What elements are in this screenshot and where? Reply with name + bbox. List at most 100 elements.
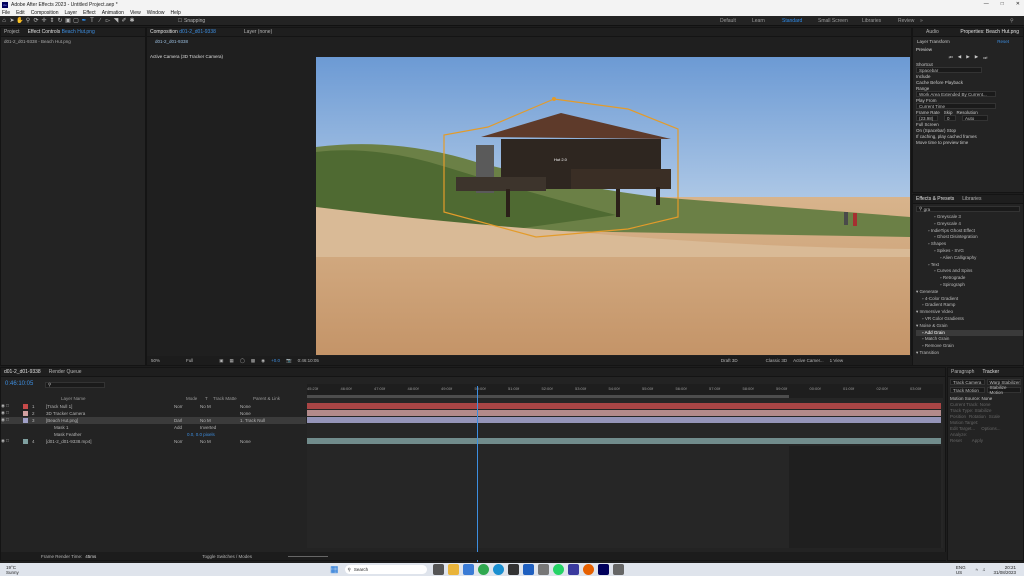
views-dropdown[interactable]: 1 View (830, 358, 843, 363)
clone-stamp-icon[interactable]: ▻ (104, 17, 112, 25)
visibility-eye-icon[interactable]: ◉ □ (1, 438, 23, 444)
layer-parent-dropdown[interactable]: None (240, 439, 251, 444)
after-effects-taskbar-icon[interactable] (597, 564, 609, 575)
col-t[interactable]: T (205, 396, 213, 401)
layer-parent-dropdown[interactable]: None (240, 404, 251, 409)
clock[interactable]: 20:21 31/08/2023 (993, 565, 1016, 575)
effects-tree-item[interactable]: ▫ 4-Color Gradient (916, 296, 1023, 303)
renderer-3d-dropdown[interactable]: Classic 3D (766, 358, 788, 363)
position-checkbox[interactable]: Position (950, 414, 966, 419)
layer-row[interactable]: ◉ □ 4 [d01-2_d01-9338.mp4] Norr No M None (1, 438, 306, 445)
workspace-learn[interactable]: Learn (752, 16, 765, 26)
label-color-swatch[interactable] (23, 403, 28, 409)
label-color-swatch[interactable] (23, 432, 28, 437)
effects-tree-item[interactable]: ▫ Curves and Spins (916, 268, 1023, 275)
rotation-checkbox[interactable]: Rotation (969, 414, 986, 419)
skip-dropdown[interactable]: 0 (944, 115, 956, 121)
menu-view[interactable]: View (130, 10, 141, 16)
stop-option-move-time[interactable]: Move time to preview time (916, 139, 1020, 145)
layer-name[interactable]: [Beach Hut.png] (46, 418, 174, 423)
timecode-display[interactable]: 0:46:10:05 (298, 358, 319, 363)
workspace-overflow-icon[interactable]: » (920, 16, 923, 26)
color-management-icon[interactable]: ◉ (261, 358, 265, 364)
transparency-grid-icon[interactable]: ▩ (251, 358, 255, 364)
menu-file[interactable]: File (2, 10, 10, 16)
layer-mode-dropdown[interactable]: Add (174, 425, 200, 430)
layer-name[interactable]: [Track Null 1] (46, 404, 174, 409)
hand-tool-icon[interactable]: ✋ (16, 17, 24, 25)
app-icon-7[interactable] (507, 564, 519, 575)
scale-checkbox[interactable]: Scale (989, 414, 1000, 419)
chrome-icon[interactable] (477, 564, 489, 575)
tab-properties[interactable]: Properties: Beach Hut.png (960, 29, 1019, 35)
close-icon[interactable]: ✕ (1016, 1, 1020, 7)
start-icon[interactable]: ▦ (330, 564, 339, 575)
layer-name[interactable]: [d01-2_d01-9338.mp4] (46, 439, 174, 444)
col-layer-name[interactable]: Layer Name (61, 396, 186, 401)
effects-tree-item[interactable]: ▫ Remove Grain (916, 343, 1023, 350)
motion-source-value[interactable]: None (982, 396, 993, 401)
pan-tool-icon[interactable]: ✛ (40, 17, 48, 25)
track-bar-4[interactable] (307, 438, 941, 444)
timeline-timecode[interactable]: 0:46:10:05 (5, 381, 33, 387)
brush-tool-icon[interactable]: ∕ (96, 17, 104, 25)
layer-track-matte-dropdown[interactable]: No M (200, 439, 240, 444)
mask-visibility-icon[interactable]: ◯ (240, 358, 245, 364)
next-frame-icon[interactable]: ▶ (975, 54, 978, 60)
tab-timeline-comp[interactable]: d01-2_d01-9338 (4, 369, 41, 375)
range-dropdown[interactable]: Work Area Extended By Current... (916, 91, 996, 97)
zoom-dropdown[interactable]: 50% (151, 358, 160, 363)
store-icon[interactable] (462, 564, 474, 575)
effects-tree-item[interactable]: ▫ Gradient Ramp (916, 302, 1023, 309)
effects-tree-item[interactable]: ▫ Shapes (916, 241, 1023, 248)
selection-tool-icon[interactable]: ➤ (8, 17, 16, 25)
resolution-dropdown[interactable]: Full (186, 358, 193, 363)
weather-widget[interactable]: 19°C Sunny (0, 565, 50, 575)
layer-track-matte-dropdown[interactable]: Inverted (200, 425, 240, 430)
playhead[interactable] (477, 386, 478, 562)
whatsapp-icon[interactable] (552, 564, 564, 575)
rotate-tool-icon[interactable]: ↻ (56, 17, 64, 25)
effects-tree-item[interactable]: ▾ Noise & Grain (916, 323, 1023, 330)
layer-property-row[interactable]: Mask Feather 0.0, 0.0 pixels (1, 431, 306, 438)
label-color-swatch[interactable] (23, 417, 28, 423)
play-icon[interactable]: ▶ (966, 54, 969, 60)
layer-parent-dropdown[interactable]: 1. Track Null (240, 418, 265, 423)
layer-row[interactable]: ◉ □ 1 [Track Null 1] Norr No M None (1, 403, 306, 410)
language-indicator[interactable]: ENG US (956, 565, 966, 575)
workspace-libraries[interactable]: Libraries (862, 16, 881, 26)
resolution-dropdown-preview[interactable]: Auto (962, 115, 988, 121)
tab-project[interactable]: Project (4, 29, 20, 35)
workspace-standard[interactable]: Standard (782, 16, 802, 26)
edge-icon[interactable] (492, 564, 504, 575)
menu-window[interactable]: Window (147, 10, 165, 16)
rectangle-tool-icon[interactable]: ▢ (72, 17, 80, 25)
effects-tree-item[interactable]: ▫ Spikes - SVG (916, 248, 1023, 255)
app-icon-14[interactable] (612, 564, 624, 575)
effects-tree-item[interactable]: ▫ VR Color Gradients (916, 316, 1023, 323)
tracker-apply-button[interactable]: Apply (972, 438, 983, 443)
effects-tree-item[interactable]: ▫ Match Grain (916, 336, 1023, 343)
current-track-value[interactable]: None (980, 402, 991, 407)
pen-tool-icon[interactable]: ✒ (80, 17, 88, 25)
layer-mode-dropdown[interactable]: Norr (174, 404, 200, 409)
workspace-small-screen[interactable]: Small Screen (818, 16, 848, 26)
frame-rate-dropdown[interactable]: (23.98) (916, 115, 938, 121)
visibility-eye-icon[interactable]: ◉ □ (1, 403, 23, 409)
orbit-tool-icon[interactable]: ⟳ (32, 17, 40, 25)
grid-icon[interactable]: ▦ (230, 358, 234, 364)
layer-name[interactable]: Mask Feather (46, 432, 174, 437)
track-type-value[interactable]: Stabilize (975, 408, 992, 413)
home-icon[interactable]: ⌂ (0, 17, 8, 25)
maximize-icon[interactable]: □ (1001, 1, 1004, 7)
visibility-eye-icon[interactable]: ◉ □ (1, 410, 23, 416)
effects-tree-item[interactable]: ▾ Transition (916, 350, 1023, 357)
layer-transform-label[interactable]: Layer Transform (917, 39, 950, 44)
firefox-icon[interactable] (582, 564, 594, 575)
exposure-value[interactable]: +0.0 (271, 358, 280, 363)
effects-tree-item[interactable]: ▫ Ghost Disintegration (916, 234, 1023, 241)
layer-track-matte-dropdown[interactable]: No M (200, 418, 240, 423)
snapping-checkbox[interactable]: □ (176, 17, 184, 25)
layer-name[interactable]: Mask 1 (46, 425, 174, 430)
tab-layer[interactable]: Layer (none) (244, 29, 272, 35)
